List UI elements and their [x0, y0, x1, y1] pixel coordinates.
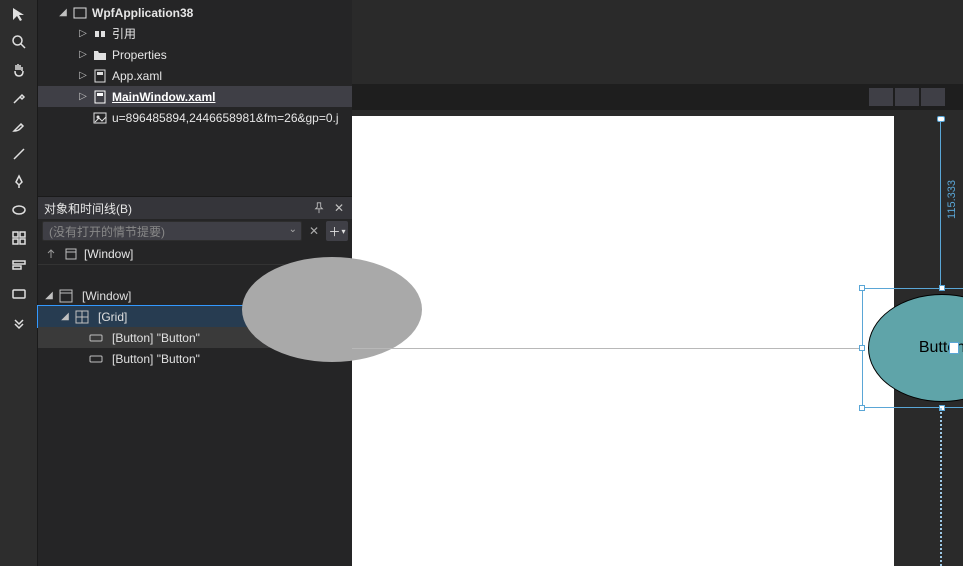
- pen-tool[interactable]: [5, 170, 33, 194]
- image-asset-label: u=896485894,2446658981&fm=26&gp=0.j: [112, 111, 339, 125]
- grid-icon: [74, 309, 90, 325]
- storyboard-picker[interactable]: (没有打开的情节提要) ⌄: [42, 221, 302, 241]
- references-node[interactable]: ▷ 引用: [38, 23, 352, 44]
- object-label: [Button] "Button": [112, 331, 200, 345]
- expand-icon[interactable]: ◢: [58, 7, 68, 18]
- top-margin-value: 115.333: [946, 180, 958, 219]
- chrome-max: [895, 88, 919, 106]
- margin-handle-right[interactable]: [949, 342, 959, 354]
- project-root-node[interactable]: ◢ WpfApplication38: [38, 2, 352, 23]
- pin-icon[interactable]: [312, 201, 326, 215]
- top-margin-indicator[interactable]: [940, 116, 941, 288]
- new-storyboard-button[interactable]: ＋▾: [326, 221, 348, 241]
- margin-handle-top[interactable]: [937, 116, 945, 122]
- zoom-tool[interactable]: [5, 30, 33, 54]
- xaml-icon: [92, 89, 108, 105]
- chrome-min: [869, 88, 893, 106]
- project-tree[interactable]: ◢ WpfApplication38 ▷ 引用 ▷ Properties ▷ A…: [38, 0, 352, 130]
- button-icon: [88, 351, 104, 367]
- more-tools[interactable]: [5, 310, 33, 334]
- resize-handle-sw[interactable]: [859, 405, 865, 411]
- clear-storyboard-icon[interactable]: ✕: [306, 224, 322, 238]
- project-icon: [72, 5, 88, 21]
- resize-handle-n[interactable]: [939, 285, 945, 291]
- selection-adorner[interactable]: Button: [862, 288, 963, 408]
- image-asset-node[interactable]: ▷ u=896485894,2446658981&fm=26&gp=0.j: [38, 107, 352, 128]
- object-label: [Grid]: [98, 310, 127, 324]
- storyboard-row: (没有打开的情节提要) ⌄ ✕ ＋▾: [38, 219, 352, 243]
- storyboard-placeholder: (没有打开的情节提要): [49, 223, 165, 240]
- window-icon: [64, 247, 78, 261]
- expand-icon[interactable]: ◢: [60, 311, 70, 322]
- app-xaml-label: App.xaml: [112, 69, 162, 83]
- folder-icon: [92, 47, 108, 63]
- expand-icon[interactable]: ▷: [78, 28, 88, 39]
- scope-up-icon[interactable]: [44, 247, 58, 261]
- app-xaml-node[interactable]: ▷ App.xaml: [38, 65, 352, 86]
- designer-surface[interactable]: 115.333 Button: [352, 0, 963, 566]
- window-icon: [58, 288, 74, 304]
- horizontal-guide: [352, 348, 862, 349]
- image-icon: [92, 110, 108, 126]
- expand-icon[interactable]: ▷: [78, 49, 88, 60]
- chrome-close: [921, 88, 945, 106]
- window-chrome-buttons: [869, 88, 945, 106]
- layout-tool[interactable]: [5, 226, 33, 250]
- text-tool[interactable]: [5, 254, 33, 278]
- properties-node[interactable]: ▷ Properties: [38, 44, 352, 65]
- eyedropper-tool[interactable]: [5, 86, 33, 110]
- object-label: [Window]: [82, 289, 131, 303]
- solution-explorer: ◢ WpfApplication38 ▷ 引用 ▷ Properties ▷ A…: [38, 0, 352, 196]
- ellipse-tool[interactable]: [5, 198, 33, 222]
- references-label: 引用: [112, 25, 136, 42]
- scope-label: [Window]: [84, 247, 133, 261]
- references-icon: [92, 26, 108, 42]
- properties-label: Properties: [112, 48, 167, 62]
- brush-tool[interactable]: [5, 114, 33, 138]
- panel-title: 对象和时间线(B): [44, 200, 132, 217]
- mainwindow-label: MainWindow.xaml: [112, 90, 215, 104]
- controls-tool[interactable]: [5, 282, 33, 306]
- panel-header: 对象和时间线(B) ✕: [38, 197, 352, 219]
- objects-timeline-panel: 对象和时间线(B) ✕ (没有打开的情节提要) ⌄ ✕ ＋▾ [Window] …: [38, 196, 352, 566]
- resize-handle-w[interactable]: [859, 345, 865, 351]
- resize-handle-nw[interactable]: [859, 285, 865, 291]
- line-tool[interactable]: [5, 142, 33, 166]
- expand-icon[interactable]: ▷: [78, 91, 88, 102]
- mainwindow-xaml-node[interactable]: ▷ MainWindow.xaml: [38, 86, 352, 107]
- pointer-tool[interactable]: [5, 2, 33, 26]
- xaml-icon: [92, 68, 108, 84]
- bottom-margin-guide: [940, 408, 942, 566]
- background-button-ellipse[interactable]: [242, 257, 422, 362]
- pan-tool[interactable]: [5, 58, 33, 82]
- chevron-down-icon: ⌄: [289, 224, 297, 235]
- toolbox: [0, 0, 38, 566]
- object-label: [Button] "Button": [112, 352, 200, 366]
- expand-icon[interactable]: ▷: [78, 70, 88, 81]
- artboard[interactable]: [352, 116, 894, 566]
- button-icon: [88, 330, 104, 346]
- close-icon[interactable]: ✕: [332, 201, 346, 215]
- expand-icon[interactable]: ◢: [44, 290, 54, 301]
- project-name: WpfApplication38: [92, 6, 193, 20]
